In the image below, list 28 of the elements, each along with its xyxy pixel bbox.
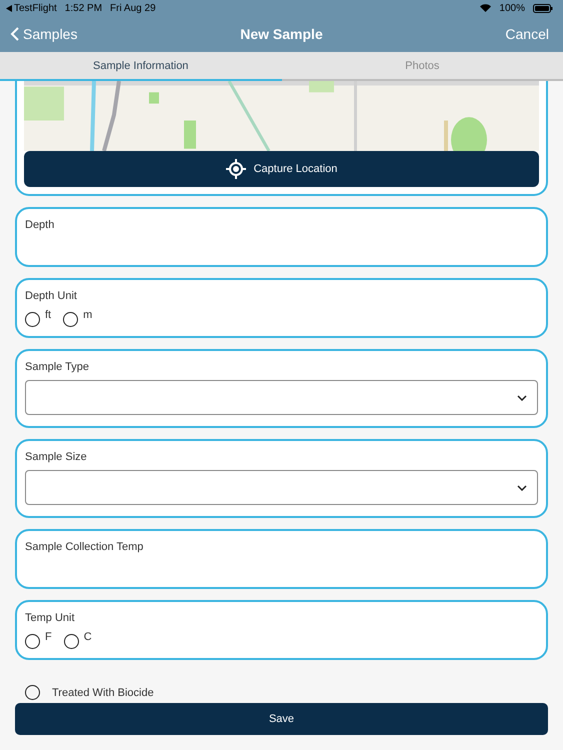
dropdown-field[interactable]	[25, 380, 538, 415]
app-name: TestFlight	[14, 2, 57, 14]
page-title: New Sample	[240, 26, 323, 42]
radio-option[interactable]: F	[25, 631, 52, 649]
radio-option[interactable]: m	[63, 309, 92, 327]
field-label: Temp Unit	[25, 612, 76, 624]
text-field[interactable]: Sample Collection Temp	[15, 529, 548, 589]
checkbox-label: Treated With Biocide	[52, 686, 154, 698]
field-label: Sample Size	[25, 451, 88, 463]
radio-option[interactable]: C	[64, 631, 92, 649]
text-field[interactable]: Depth	[15, 207, 548, 267]
dropdown-field[interactable]	[25, 470, 538, 505]
battery-percent: 100%	[499, 2, 525, 14]
biocide-checkbox[interactable]	[25, 685, 40, 700]
field-label: Sample Type	[25, 361, 90, 373]
radio-option[interactable]: ft	[25, 309, 52, 327]
field-label: Depth Unit	[25, 290, 78, 302]
battery-icon	[533, 4, 553, 12]
clock: 1:52 PM	[64, 2, 102, 14]
chevron-down-icon	[517, 394, 527, 400]
crosshair-icon	[226, 159, 246, 179]
chevron-down-icon	[517, 484, 527, 490]
wifi-icon	[480, 4, 492, 12]
save-button[interactable]: Save	[15, 703, 548, 735]
capture-location-button[interactable]: Capture Location	[24, 151, 539, 187]
chevron-left-icon	[10, 27, 19, 41]
date: Fri Aug 29	[110, 2, 156, 14]
back-triangle-icon	[6, 4, 12, 12]
